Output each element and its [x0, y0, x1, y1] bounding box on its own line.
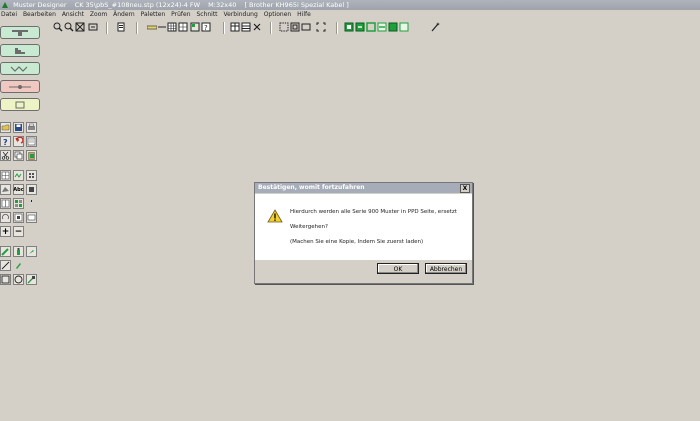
pattern-size: M:32x40 [208, 1, 237, 9]
warning-icon [267, 209, 283, 223]
dots-icon[interactable] [26, 170, 37, 181]
text-tool-icon[interactable]: Abc [13, 184, 24, 195]
question-grid-icon[interactable]: ? [201, 21, 211, 33]
needle-icon[interactable] [430, 21, 440, 33]
dialog-title-text: Bestätigen, womit fortzufahren [258, 184, 365, 191]
color-frame-icon[interactable] [366, 21, 376, 33]
grid-icon[interactable] [167, 21, 177, 33]
menu-optionen[interactable]: Optionen [264, 11, 292, 18]
select-grid-icon[interactable] [290, 21, 300, 33]
menu-bearbeiten[interactable]: Bearbeiten [23, 11, 56, 18]
save-icon[interactable] [13, 122, 24, 133]
menu-hilfe[interactable]: Hilfe [297, 11, 311, 18]
stitch-green2-icon[interactable] [355, 21, 365, 33]
confirm-dialog: Bestätigen, womit fortzufahren X Hierdur… [254, 182, 473, 284]
eyedropper-icon[interactable] [26, 274, 37, 285]
menu-aendern[interactable]: Ändern [113, 11, 135, 18]
app-icon [2, 2, 8, 8]
menu-bar: Datei Bearbeiten Ansicht Zoom Ändern Pal… [0, 10, 700, 20]
zoom-in-icon[interactable] [53, 21, 63, 33]
pencil-icon[interactable] [0, 246, 11, 257]
grid-edit-icon[interactable] [178, 21, 188, 33]
menu-zoom[interactable]: Zoom [90, 11, 107, 18]
cancel-button[interactable]: Abbrechen [425, 263, 467, 274]
dialog-hint: (Machen Sie eine Kopie, Indem Sie zuerst… [290, 239, 424, 245]
stitch-icon[interactable] [26, 184, 37, 195]
pattern-grid-icon[interactable] [0, 170, 11, 181]
zigzag-icon [10, 65, 28, 72]
app-name: Muster Designer [13, 1, 67, 9]
table-rows-icon[interactable] [241, 21, 251, 33]
zoom-window-icon[interactable] [88, 21, 98, 33]
stitch-green-icon[interactable] [344, 21, 354, 33]
brush-icon[interactable] [13, 260, 24, 271]
line-tool-icon[interactable] [157, 21, 167, 33]
ok-button[interactable]: OK [377, 263, 419, 274]
open-icon[interactable] [0, 122, 11, 133]
copy-icon[interactable] [13, 150, 24, 161]
rotate-icon[interactable] [0, 212, 11, 223]
frame-icon[interactable] [316, 21, 326, 33]
printer-icon[interactable] [26, 122, 37, 133]
zoom-fit-icon[interactable] [75, 21, 85, 33]
pattern-check-icon[interactable] [190, 21, 200, 33]
knit-green-icon[interactable] [377, 21, 387, 33]
zoom-out-icon[interactable] [64, 21, 74, 33]
select-icon[interactable] [279, 21, 289, 33]
spray-icon[interactable] [26, 246, 37, 257]
dot-marker-icon [26, 198, 37, 209]
stretch-icon[interactable] [26, 212, 37, 223]
palette-tab-card[interactable] [0, 98, 40, 111]
svg-text:?: ? [3, 138, 8, 146]
dialog-title: Bestätigen, womit fortzufahren X [255, 183, 472, 193]
repeat-icon[interactable] [13, 198, 24, 209]
palette-tab-shape[interactable] [0, 44, 40, 57]
left-sidebar: ? Abc + − [0, 22, 42, 421]
mirror-icon[interactable] [0, 198, 11, 209]
dialog-body: Hierdurch werden alle Serie 900 Muster i… [255, 194, 472, 260]
ellipse-icon[interactable] [13, 274, 24, 285]
plus-button[interactable]: + [0, 226, 11, 237]
fill-icon[interactable] [0, 184, 11, 195]
close-button[interactable]: X [460, 184, 470, 193]
paste-icon[interactable] [26, 150, 37, 161]
menu-verbindung[interactable]: Verbindung [223, 11, 257, 18]
toolbar: ? [0, 20, 700, 38]
dialog-question: Weitergehen? [290, 224, 328, 230]
menu-datei[interactable]: Datei [1, 11, 17, 18]
selection-box-icon[interactable] [301, 21, 311, 33]
menu-schnitt[interactable]: Schnitt [196, 11, 217, 18]
zigzag-tool-icon[interactable] [13, 170, 24, 181]
scissors-icon[interactable] [0, 150, 11, 161]
ruler-icon[interactable] [147, 21, 157, 33]
card-icon [15, 101, 25, 108]
new-pattern-icon[interactable] [26, 136, 37, 147]
menu-paletten[interactable]: Paletten [141, 11, 166, 18]
table-icon[interactable] [230, 21, 240, 33]
file-name: CK 35\pbS_#108neu.stp (12x24)-4 FW [74, 1, 201, 9]
undo-icon[interactable] [13, 136, 24, 147]
title-bar: Muster Designer CK 35\pbS_#108neu.stp (1… [0, 0, 700, 10]
palette-tab-zigzag[interactable] [0, 62, 40, 75]
bottle-icon[interactable] [13, 246, 24, 257]
stair-shape-icon [15, 47, 25, 54]
svg-text:?: ? [204, 24, 208, 32]
device-label: [ Brother KH965i Spezial Kabel ] [244, 1, 349, 9]
menu-ansicht[interactable]: Ansicht [62, 11, 84, 18]
yarn-icon[interactable] [399, 21, 409, 33]
cut-icon[interactable] [252, 21, 262, 33]
rectangle-icon[interactable] [0, 274, 11, 285]
help-icon[interactable]: ? [0, 136, 11, 147]
connect-icon [9, 84, 31, 89]
palette-tab-connect[interactable] [0, 80, 40, 93]
t-shape-icon [12, 29, 28, 36]
menu-pruefen[interactable]: Prüfen [171, 11, 190, 18]
dialog-message: Hierdurch werden alle Serie 900 Muster i… [290, 209, 457, 215]
line-icon[interactable] [0, 260, 11, 271]
palette-tab-design[interactable] [0, 26, 40, 39]
knit-green2-icon[interactable] [388, 21, 398, 33]
minus-button[interactable]: − [13, 226, 24, 237]
print-icon[interactable] [116, 21, 126, 33]
shift-icon[interactable] [13, 212, 24, 223]
